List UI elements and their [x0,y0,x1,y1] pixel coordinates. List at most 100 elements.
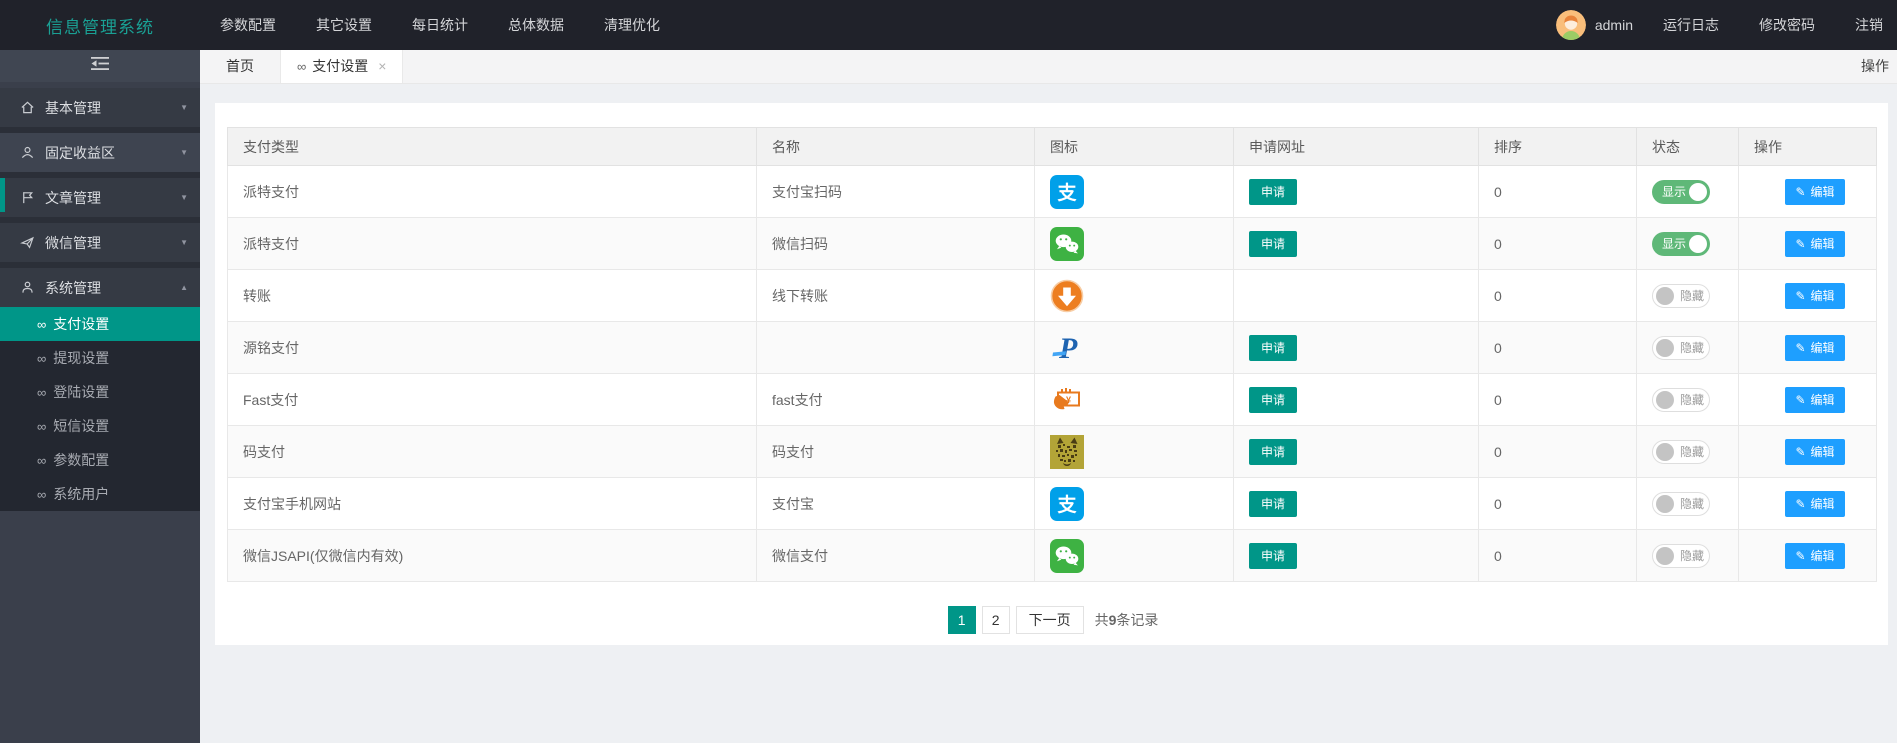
cell-pay-name [757,322,1035,374]
submenu-item-0[interactable]: ∞支付设置 [0,307,200,341]
cell-operation: ✎编辑 [1739,270,1877,322]
chevron-down-icon: ▼ [180,103,188,112]
cell-apply [1234,270,1479,322]
next-page-button[interactable]: 下一页 [1016,606,1084,634]
sidebar-menu: 基本管理▼固定收益区▼文章管理▼微信管理▼系统管理▲∞支付设置∞提现设置∞登陆设… [0,88,200,511]
edit-button[interactable]: ✎编辑 [1785,543,1844,569]
send-icon [20,235,36,251]
edit-button[interactable]: ✎编辑 [1785,491,1844,517]
alipay-icon: 支 [1050,182,1084,198]
status-toggle[interactable]: 隐藏 [1652,440,1710,464]
pencil-icon: ✎ [1795,237,1805,251]
nav-item-0[interactable]: 参数配置 [200,0,296,50]
username: admin [1595,17,1633,33]
cell-operation: ✎编辑 [1739,426,1877,478]
sidebar-item-label: 微信管理 [45,233,101,253]
apply-button[interactable]: 申请 [1249,439,1297,465]
sidebar-scrollbar-thumb[interactable] [0,178,5,212]
column-header-3: 申请网址 [1234,128,1479,166]
submenu-item-5[interactable]: ∞系统用户 [0,477,200,511]
toggle-knob [1656,287,1674,305]
chevron-down-icon: ▼ [180,193,188,202]
apply-button[interactable]: 申请 [1249,335,1297,361]
nav-item-4[interactable]: 清理优化 [584,0,680,50]
navbar-right: admin 运行日志修改密码注销 [1546,0,1897,50]
person-icon [20,280,36,296]
apply-button[interactable]: 申请 [1249,231,1297,257]
svg-text:支: 支 [1056,494,1077,516]
cell-sort: 0 [1479,374,1637,426]
edit-button[interactable]: ✎编辑 [1785,179,1844,205]
submenu-item-3[interactable]: ∞短信设置 [0,409,200,443]
status-toggle[interactable]: 显示 [1652,180,1710,204]
page-button-1[interactable]: 1 [948,606,976,634]
sidebar-item-4[interactable]: 系统管理▲ [0,268,200,307]
sidebar-item-3[interactable]: 微信管理▼ [0,223,200,262]
nav-right-item-1[interactable]: 修改密码 [1739,0,1835,50]
table-header-row: 支付类型名称图标申请网址排序状态操作 [228,128,1877,166]
cell-apply: 申请 [1234,166,1479,218]
status-toggle[interactable]: 隐藏 [1652,388,1710,412]
status-label: 隐藏 [1680,389,1704,411]
table-row: 支付宝手机网站支付宝支申请0隐藏✎编辑 [228,478,1877,530]
table-row: 微信JSAPI(仅微信内有效)微信支付申请0隐藏✎编辑 [228,530,1877,582]
submenu-item-4[interactable]: ∞参数配置 [0,443,200,477]
toggle-knob [1689,183,1707,201]
cell-apply: 申请 [1234,218,1479,270]
cell-pay-type: 派特支付 [228,166,757,218]
cell-operation: ✎编辑 [1739,530,1877,582]
tab-operations-button[interactable]: 操作 [1855,50,1895,83]
toggle-knob [1656,495,1674,513]
cell-sort: 0 [1479,270,1637,322]
user-menu[interactable]: admin [1546,10,1643,40]
user-avatar [1556,10,1586,40]
p-logo-icon: P [1050,338,1084,354]
wechat-icon [1050,234,1084,250]
link-icon: ∞ [37,385,46,400]
page-button-2[interactable]: 2 [982,606,1010,634]
status-toggle[interactable]: 显示 [1652,232,1710,256]
chevron-down-icon: ▼ [180,148,188,157]
tab-close-icon[interactable]: × [378,58,386,74]
wechat-icon [1050,546,1084,562]
cell-pay-type: 派特支付 [228,218,757,270]
sidebar-collapse-button[interactable] [0,50,200,82]
status-label: 隐藏 [1680,545,1704,567]
cell-status: 隐藏 [1637,530,1739,582]
sidebar-item-0[interactable]: 基本管理▼ [0,88,200,127]
nav-item-2[interactable]: 每日统计 [392,0,488,50]
submenu-item-2[interactable]: ∞登陆设置 [0,375,200,409]
download-icon [1050,286,1084,302]
apply-button[interactable]: 申请 [1249,387,1297,413]
nav-item-3[interactable]: 总体数据 [488,0,584,50]
submenu-item-1[interactable]: ∞提现设置 [0,341,200,375]
table-row: 派特支付支付宝扫码支申请0显示✎编辑 [228,166,1877,218]
apply-button[interactable]: 申请 [1249,543,1297,569]
cell-operation: ✎编辑 [1739,322,1877,374]
sidebar-item-2[interactable]: 文章管理▼ [0,178,200,217]
cell-icon: P [1035,322,1234,374]
column-header-6: 操作 [1739,128,1877,166]
tab-home[interactable]: 首页 [200,50,281,83]
edit-button[interactable]: ✎编辑 [1785,335,1844,361]
nav-right-item-0[interactable]: 运行日志 [1643,0,1739,50]
tab-payment-label: 支付设置 [312,58,368,74]
tab-payment-settings[interactable]: ∞支付设置× [281,50,403,83]
status-toggle[interactable]: 隐藏 [1652,492,1710,516]
cell-sort: 0 [1479,166,1637,218]
status-toggle[interactable]: 隐藏 [1652,544,1710,568]
cell-pay-type: Fast支付 [228,374,757,426]
status-toggle[interactable]: 隐藏 [1652,284,1710,308]
sidebar-item-1[interactable]: 固定收益区▼ [0,133,200,172]
nav-item-1[interactable]: 其它设置 [296,0,392,50]
cell-pay-name: 微信支付 [757,530,1035,582]
apply-button[interactable]: 申请 [1249,491,1297,517]
status-toggle[interactable]: 隐藏 [1652,336,1710,360]
nav-right-item-2[interactable]: 注销 [1835,0,1897,50]
cell-status: 隐藏 [1637,322,1739,374]
edit-button[interactable]: ✎编辑 [1785,439,1844,465]
edit-button[interactable]: ✎编辑 [1785,231,1844,257]
edit-button[interactable]: ✎编辑 [1785,283,1844,309]
apply-button[interactable]: 申请 [1249,179,1297,205]
edit-button[interactable]: ✎编辑 [1785,387,1844,413]
